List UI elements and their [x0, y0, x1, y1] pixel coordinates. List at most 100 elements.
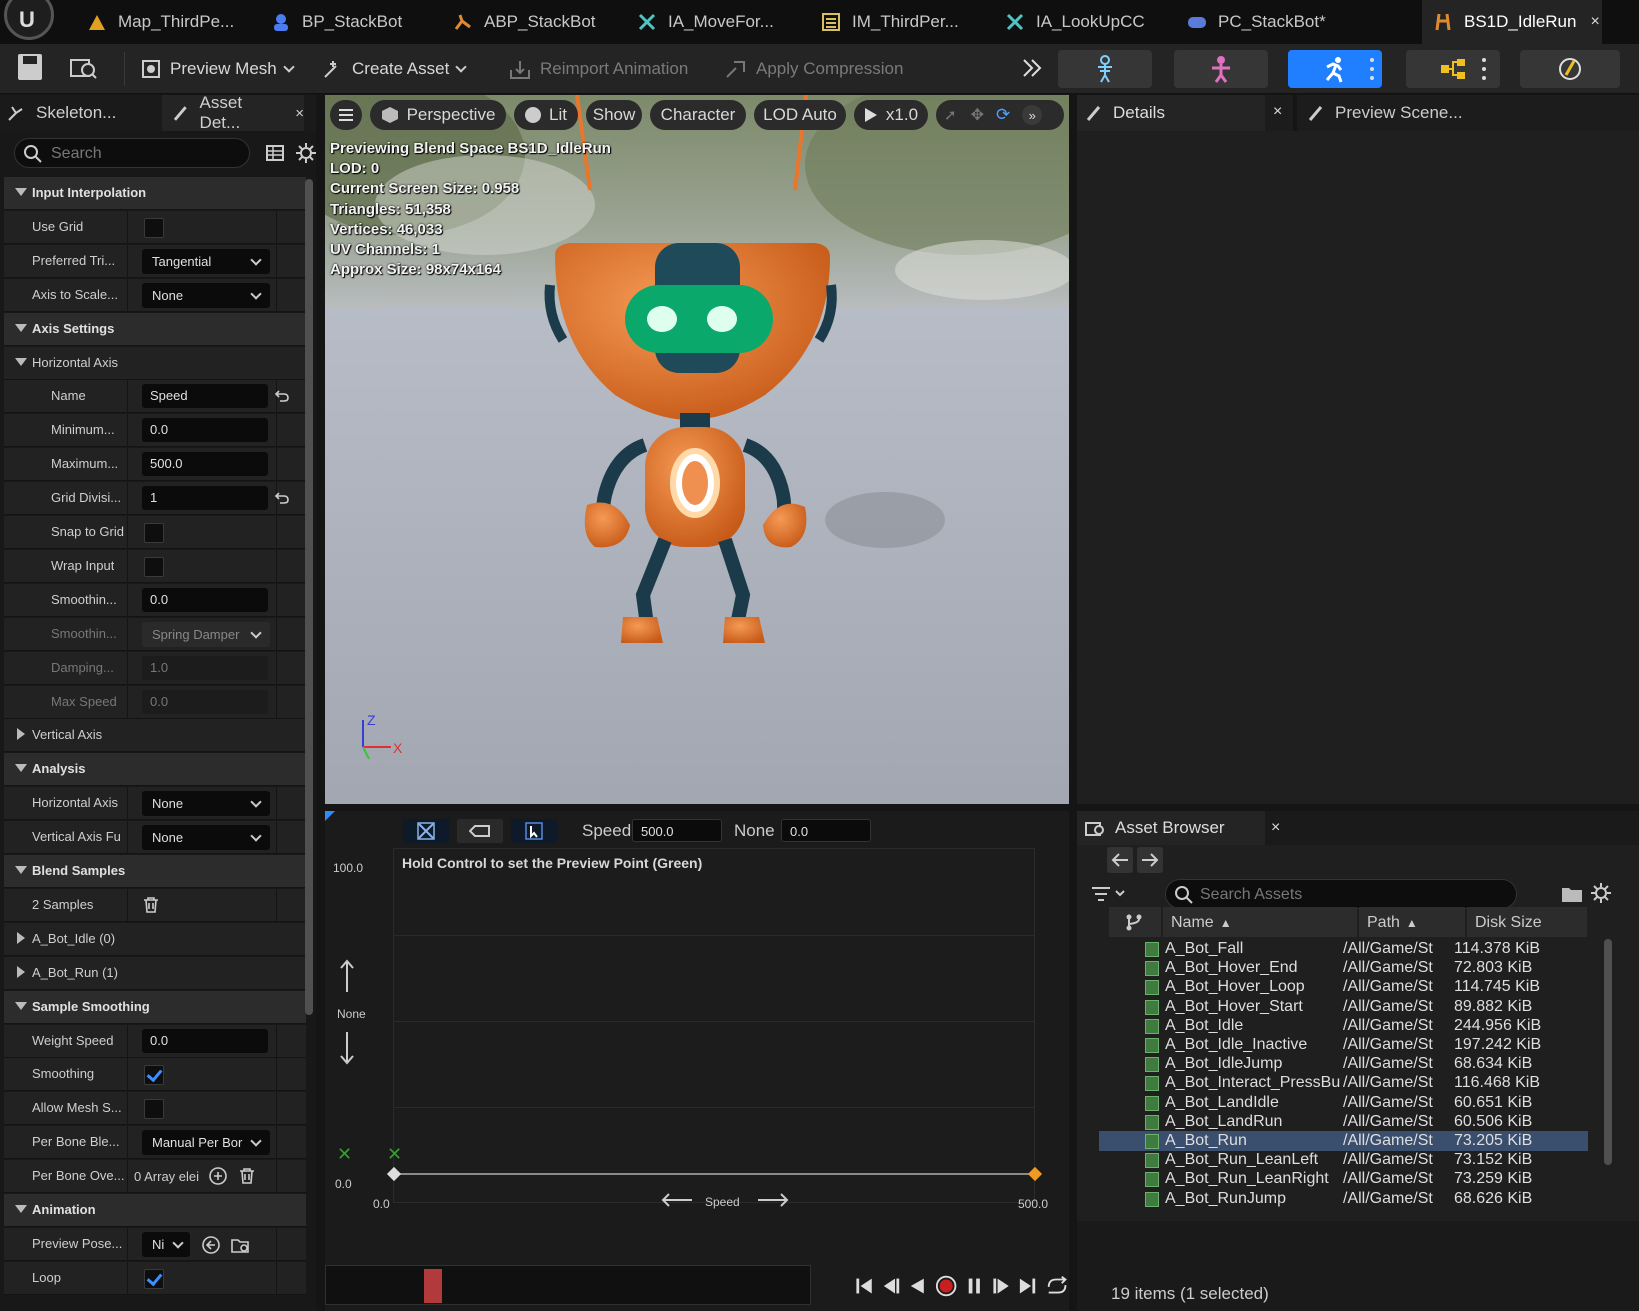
asset-list-item[interactable]: A_Bot_LandRun/All/Game/St 60.506 KiB: [1099, 1112, 1588, 1132]
disk-size-column-header[interactable]: Disk Size: [1467, 907, 1587, 937]
select-tool-icon[interactable]: ➚: [944, 106, 957, 124]
tab-asset-browser[interactable]: Asset Browser ×: [1077, 811, 1280, 845]
property-input[interactable]: 0.0: [142, 1029, 268, 1053]
viewport-menu-button[interactable]: [330, 100, 362, 130]
forward-button[interactable]: [1137, 847, 1163, 873]
skeleton-mode-button[interactable]: [1058, 50, 1152, 88]
asset-list-item[interactable]: A_Bot_Run_LeanLeft/All/Game/St 73.152 KiB: [1099, 1150, 1588, 1170]
close-tab-icon[interactable]: ×: [1590, 13, 1599, 31]
animation-mode-options-icon[interactable]: [1364, 54, 1380, 84]
property-dropdown[interactable]: None: [142, 283, 270, 308]
asset-list-item[interactable]: A_Bot_Hover_End/All/Game/St 72.803 KiB: [1099, 958, 1588, 978]
asset-list-scrollbar[interactable]: [1604, 939, 1612, 1165]
skeletal-mesh-mode-button[interactable]: [1174, 50, 1268, 88]
property-checkbox[interactable]: [144, 1269, 164, 1289]
property-dropdown[interactable]: None: [142, 791, 270, 816]
step-back-icon[interactable]: [882, 1276, 901, 1296]
record-icon[interactable]: [935, 1274, 957, 1298]
property-input[interactable]: 0.0: [142, 588, 268, 612]
use-selected-asset-icon[interactable]: [201, 1235, 221, 1255]
expand-arrow-icon[interactable]: [15, 358, 27, 366]
property-input[interactable]: 1: [142, 486, 268, 510]
blueprint-mode-options-icon[interactable]: [1476, 54, 1492, 84]
preview-pointer-button[interactable]: [511, 819, 557, 843]
property-input[interactable]: Speed: [142, 384, 268, 408]
settings-gear-icon[interactable]: [1590, 882, 1612, 904]
grid-fit-button[interactable]: [403, 819, 449, 843]
tab-asset-details[interactable]: Asset Det... ×: [162, 93, 304, 132]
lod-button[interactable]: LOD Auto: [754, 100, 846, 130]
triangulation-button[interactable]: [457, 819, 503, 843]
expand-arrow-icon[interactable]: [15, 764, 27, 772]
asset-list-item[interactable]: A_Bot_Interact_PressBu/All/Game/St 116.46…: [1099, 1073, 1588, 1093]
property-input[interactable]: 500.0: [142, 452, 268, 476]
close-details-icon[interactable]: ×: [1273, 103, 1282, 121]
expand-arrow-icon[interactable]: [15, 1002, 27, 1010]
trash-icon[interactable]: [142, 896, 160, 914]
loop-icon[interactable]: [1045, 1275, 1069, 1297]
expand-toolbar-icon[interactable]: [1020, 56, 1044, 80]
table-view-icon[interactable]: [265, 143, 285, 163]
property-category[interactable]: Animation: [4, 1194, 306, 1227]
property-input[interactable]: 1.0: [142, 656, 268, 680]
tab-skeleton-tree[interactable]: Skeleton...: [6, 95, 156, 131]
property-row[interactable]: A_Bot_Idle (0): [4, 923, 306, 956]
tab-abp-stackbot[interactable]: ABP_StackBot: [452, 0, 602, 44]
create-asset-button[interactable]: Create Asset: [322, 52, 467, 86]
property-category[interactable]: Sample Smoothing: [4, 991, 306, 1024]
more-tools-icon[interactable]: »: [1022, 105, 1043, 125]
rotate-tool-icon[interactable]: ⟳: [996, 105, 1010, 125]
reimport-animation-button[interactable]: Reimport Animation: [508, 52, 688, 86]
unreal-logo-icon[interactable]: U: [4, 0, 54, 40]
tab-bp-stackbot[interactable]: BP_StackBot: [270, 0, 410, 44]
preview-viewport[interactable]: Z X Perspective Lit Show Character LOD A…: [325, 95, 1069, 804]
add-element-icon[interactable]: [209, 1167, 227, 1185]
skip-to-end-icon[interactable]: [1018, 1276, 1037, 1296]
skip-to-start-icon[interactable]: [855, 1276, 874, 1296]
browse-asset-icon[interactable]: [231, 1235, 251, 1255]
tab-bs1d-idlerun[interactable]: BS1D_IdleRun ×: [1422, 0, 1602, 44]
asset-list-item[interactable]: A_Bot_IdleJump/All/Game/St 68.634 KiB: [1099, 1054, 1588, 1074]
asset-list-item[interactable]: A_Bot_Idle/All/Game/St 244.956 KiB: [1099, 1016, 1588, 1036]
property-checkbox[interactable]: [144, 557, 164, 577]
property-dropdown[interactable]: Spring Damper: [142, 622, 270, 647]
none-param-input[interactable]: 0.0: [781, 819, 871, 842]
expand-arrow-icon[interactable]: [15, 1205, 27, 1213]
perspective-button[interactable]: Perspective: [370, 100, 506, 130]
lit-button[interactable]: Lit: [514, 100, 578, 130]
tab-im-thirdperson[interactable]: IM_ThirdPer...: [820, 0, 970, 44]
playback-speed-button[interactable]: x1.0: [854, 100, 928, 130]
property-input[interactable]: 0.0: [142, 690, 268, 714]
tab-map[interactable]: Map_ThirdPe...: [86, 0, 236, 44]
character-button[interactable]: Character: [650, 100, 746, 130]
property-dropdown[interactable]: Manual Per Bor: [142, 1130, 270, 1155]
property-checkbox[interactable]: [144, 523, 164, 543]
preview-mesh-button[interactable]: Preview Mesh: [140, 52, 295, 86]
name-column-header[interactable]: Name ▲: [1163, 907, 1357, 937]
property-row[interactable]: Vertical Axis: [4, 719, 306, 752]
close-panel-icon[interactable]: ×: [295, 105, 304, 122]
asset-list-item[interactable]: A_Bot_Run_LeanRight/All/Game/St 73.259 Ki…: [1099, 1169, 1588, 1189]
property-row[interactable]: Horizontal Axis: [4, 347, 306, 380]
property-dropdown[interactable]: None: [142, 825, 270, 850]
folder-icon[interactable]: [1561, 883, 1583, 905]
apply-compression-button[interactable]: Apply Compression: [724, 52, 903, 86]
property-checkbox[interactable]: [144, 1065, 164, 1085]
preview-pose-dropdown[interactable]: Ni: [142, 1232, 190, 1257]
property-category[interactable]: Input Interpolation: [4, 177, 306, 210]
trash-icon[interactable]: [238, 1167, 256, 1185]
tab-ia-moveforward[interactable]: IA_MoveFor...: [636, 0, 786, 44]
move-tool-icon[interactable]: ✥: [971, 105, 984, 125]
reset-to-default-icon[interactable]: [274, 490, 290, 506]
details-search-input[interactable]: Search: [14, 138, 250, 168]
back-button[interactable]: [1107, 847, 1133, 873]
asset-list-item[interactable]: A_Bot_RunJump/All/Game/St 68.626 KiB: [1099, 1189, 1588, 1209]
property-row[interactable]: A_Bot_Run (1): [4, 957, 306, 990]
tab-preview-scene[interactable]: Preview Scene...: [1307, 95, 1507, 131]
path-column-header[interactable]: Path ▲: [1359, 907, 1465, 937]
blend-grid[interactable]: Hold Control to set the Preview Point (G…: [393, 848, 1035, 1203]
asset-list-item[interactable]: A_Bot_Run/All/Game/St 73.205 KiB: [1099, 1131, 1588, 1151]
browse-icon[interactable]: [70, 54, 98, 80]
timeline-scrubber[interactable]: [424, 1269, 442, 1303]
expand-arrow-icon[interactable]: [15, 866, 27, 874]
